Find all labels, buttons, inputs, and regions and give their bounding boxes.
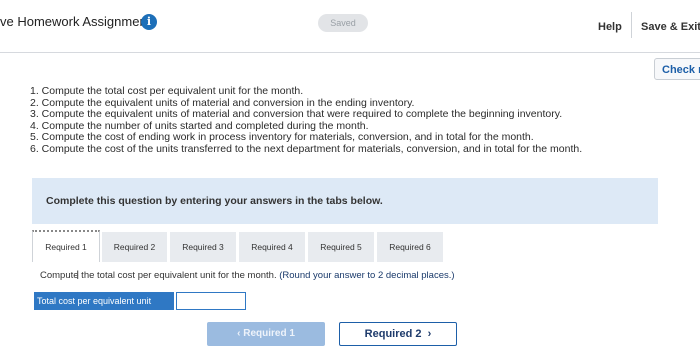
instruction-item: 6. Compute the cost of the units transfe…	[30, 142, 583, 155]
next-required-button[interactable]: Required 2 ›	[339, 322, 457, 346]
save-exit-button[interactable]: Save & Exit	[641, 21, 700, 33]
assignment-header: ve Homework Assignment i Saved Help Save…	[0, 0, 700, 53]
assignment-title: ve Homework Assignment	[0, 14, 151, 29]
required-tabs: Required 1 Required 2 Required 3 Require…	[32, 224, 658, 264]
saved-status-badge: Saved	[318, 14, 368, 32]
info-icon[interactable]: i	[141, 14, 157, 30]
tab-required-3[interactable]: Required 3	[170, 232, 236, 262]
tab-required-5[interactable]: Required 5	[308, 232, 374, 262]
panel-instruction: Complete this question by entering your …	[46, 195, 383, 207]
question-panel: Complete this question by entering your …	[32, 178, 658, 224]
answer-input[interactable]	[176, 292, 246, 310]
chevron-right-icon: ›	[424, 328, 432, 340]
tab-required-4[interactable]: Required 4	[239, 232, 305, 262]
tab-required-6[interactable]: Required 6	[377, 232, 443, 262]
text-cursor-icon: I	[76, 268, 80, 282]
previous-required-button[interactable]: ‹ Required 1	[207, 322, 325, 346]
help-button[interactable]: Help	[598, 21, 622, 33]
instructions-list: 1. Compute the total cost per equivalent…	[30, 85, 583, 156]
next-required-label: Required 2	[364, 328, 422, 340]
header-divider	[631, 12, 632, 38]
tab-required-1[interactable]: Required 1	[32, 230, 100, 262]
check-my-work-button[interactable]: Check m	[654, 58, 700, 80]
answer-label: Total cost per equivalent unit	[34, 292, 174, 310]
question-text: Compute the total cost per equivalent un…	[40, 270, 455, 281]
question-hint: (Round your answer to 2 decimal places.)	[279, 270, 455, 281]
chevron-left-icon: ‹	[237, 328, 241, 339]
tab-required-2[interactable]: Required 2	[102, 232, 167, 262]
previous-required-label: Required 1	[243, 328, 295, 339]
instruction-item: 1. Compute the total cost per equivalent…	[30, 85, 304, 97]
